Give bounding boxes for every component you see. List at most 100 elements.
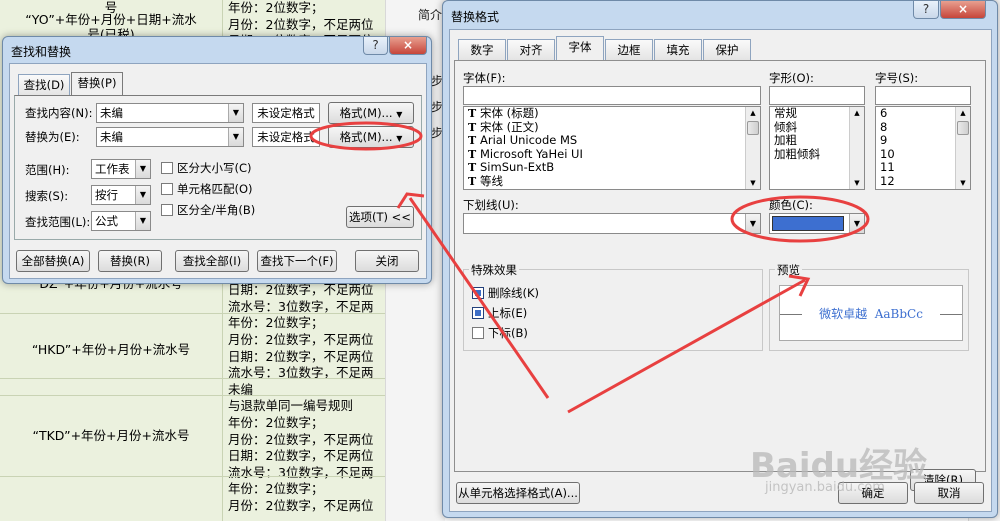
choose-from-cell-button[interactable]: 从单元格选择格式(A)... xyxy=(456,482,580,504)
size-list[interactable]: 6 8 9 10 11 12 ▲ ▼ xyxy=(875,106,971,190)
font-list-item[interactable]: T 等线 xyxy=(464,174,760,189)
dropdown-arrow-icon: ▼ xyxy=(396,134,403,143)
match-width-label: 区分全/半角(B) xyxy=(177,203,256,217)
tab-find[interactable]: 查找(D) xyxy=(18,74,70,95)
scope-value: 工作表 xyxy=(95,162,130,176)
font-input[interactable] xyxy=(463,86,761,105)
help-button[interactable]: ? xyxy=(913,1,939,19)
replace-format-button[interactable]: 格式(M)... ▼ xyxy=(328,126,414,148)
sheet-cell: “TKD”+年份+月份+流水号 xyxy=(32,428,190,443)
screen: { "sheet": { "left_cells": [ {"text": "号… xyxy=(0,0,1000,521)
match-width-checkbox[interactable] xyxy=(161,204,173,216)
font-list-item[interactable]: T Microsoft YaHei UI xyxy=(464,147,760,162)
style-list[interactable]: 常规 倾斜 加粗 加粗倾斜 ▲ ▼ xyxy=(769,106,865,190)
tab-5[interactable]: 保护 xyxy=(703,39,751,60)
scroll-down-icon[interactable]: ▼ xyxy=(850,177,864,189)
watermark-url: jingyan.baidu.com xyxy=(765,480,885,495)
scroll-thumb[interactable] xyxy=(957,121,969,135)
search-label: 搜索(S): xyxy=(25,189,69,203)
scroll-thumb[interactable] xyxy=(747,121,759,135)
match-cell-checkbox[interactable] xyxy=(161,183,173,195)
sheet-cell: “HKD”+年份+月份+流水号 xyxy=(31,342,191,357)
scope-select[interactable]: 工作表 ▼ xyxy=(91,159,151,179)
subscript-checkbox[interactable] xyxy=(472,327,484,339)
tab-3[interactable]: 边框 xyxy=(605,39,653,60)
format-button-label: 格式(M)... xyxy=(339,106,393,120)
scrollbar[interactable]: ▲ ▼ xyxy=(955,107,970,189)
scrollbar[interactable]: ▲ ▼ xyxy=(745,107,760,189)
lookin-value: 公式 xyxy=(95,214,118,228)
lookin-select[interactable]: 公式 ▼ xyxy=(91,211,151,231)
subscript-label: 下标(B) xyxy=(488,326,528,340)
sheet-cell: 月份：2位数字，不足两位 xyxy=(228,498,374,513)
scroll-down-icon[interactable]: ▼ xyxy=(746,177,760,189)
replace-input[interactable]: 未编 ▼ xyxy=(96,127,244,147)
replace-format-preview: 未设定格式 xyxy=(252,127,320,147)
help-button[interactable]: ? xyxy=(363,37,388,55)
truetype-font-icon: T xyxy=(468,174,477,188)
size-label: 字号(S): xyxy=(875,71,919,85)
find-value: 未编 xyxy=(100,106,123,120)
style-input[interactable] xyxy=(769,86,865,105)
chevron-down-icon[interactable]: ▼ xyxy=(849,214,864,233)
font-list-item[interactable]: T SimSun-ExtB xyxy=(464,160,760,175)
tab-4[interactable]: 填充 xyxy=(654,39,702,60)
replace-button[interactable]: 替换(R) xyxy=(98,250,162,272)
chevron-down-icon[interactable]: ▼ xyxy=(135,160,150,178)
font-name: 宋体 (正文) xyxy=(480,119,539,134)
scroll-up-icon[interactable]: ▲ xyxy=(956,107,970,119)
truetype-font-icon: T xyxy=(468,120,477,134)
close-button[interactable]: × xyxy=(389,37,427,55)
font-list-item[interactable]: T 宋体 (标题) xyxy=(464,107,760,121)
replace-value: 未编 xyxy=(100,130,123,144)
format-button-label: 格式(M)... xyxy=(339,130,393,144)
find-next-button[interactable]: 查找下一个(F) xyxy=(257,250,337,272)
find-replace-dialog: 查找和替换 ? × 查找(D) 替换(P) 查找内容(N): 未编 ▼ 未设定格式… xyxy=(2,36,432,284)
find-all-button[interactable]: 查找全部(I) xyxy=(175,250,249,272)
row-divider xyxy=(0,313,385,314)
tab-1[interactable]: 对齐 xyxy=(507,39,555,60)
replace-all-button[interactable]: 全部替换(A) xyxy=(16,250,90,272)
preview-text: 微软卓越 AaBbCc xyxy=(819,307,923,321)
scroll-up-icon[interactable]: ▲ xyxy=(746,107,760,119)
sheet-cell: 与退款单同一编号规则 xyxy=(228,398,354,414)
chevron-down-icon[interactable]: ▼ xyxy=(135,186,150,204)
scrollbar[interactable]: ▲ ▼ xyxy=(849,107,864,189)
dialog-title: 查找和替换 xyxy=(11,45,72,59)
font-list-item[interactable]: T Arial Unicode MS xyxy=(464,133,760,148)
find-format-button[interactable]: 格式(M)... ▼ xyxy=(328,102,414,124)
strikethrough-checkbox[interactable] xyxy=(472,287,484,299)
sheet-cell: 年份：2位数字； xyxy=(228,315,324,331)
sheet-cell: 日期：2位数字，不足两位 xyxy=(228,282,374,298)
scroll-up-icon[interactable]: ▲ xyxy=(850,107,864,119)
match-case-checkbox[interactable] xyxy=(161,162,173,174)
options-button[interactable]: 选项(T) << xyxy=(346,206,414,228)
tab-2[interactable]: 字体 xyxy=(556,36,604,60)
font-list[interactable]: T 宋体 (标题) T 宋体 (正文) T Arial Unicode MS T Micros… xyxy=(463,106,761,190)
underline-select[interactable]: ▼ xyxy=(463,213,761,234)
color-select[interactable]: ▼ xyxy=(769,213,865,234)
chevron-down-icon[interactable]: ▼ xyxy=(135,212,150,230)
chevron-down-icon[interactable]: ▼ xyxy=(228,104,243,122)
truetype-font-icon: T xyxy=(468,161,477,174)
search-select[interactable]: 按行 ▼ xyxy=(91,185,151,205)
find-input[interactable]: 未编 ▼ xyxy=(96,103,244,123)
sheet-cell: 月份：2位数字，不足两位 xyxy=(228,431,374,447)
scroll-down-icon[interactable]: ▼ xyxy=(956,177,970,189)
chevron-down-icon[interactable]: ▼ xyxy=(228,128,243,146)
dialog-body: 查找(D) 替换(P) 查找内容(N): 未编 ▼ 未设定格式 格式(M)... … xyxy=(9,63,427,279)
font-list-item[interactable]: T 宋体 (正文) xyxy=(464,119,760,135)
chevron-down-icon[interactable]: ▼ xyxy=(745,214,760,233)
sheet-cell: 日期：2位数字，不足两位 xyxy=(228,448,374,464)
find-label: 查找内容(N): xyxy=(25,106,93,120)
close-button[interactable]: × xyxy=(940,1,986,19)
superscript-checkbox[interactable] xyxy=(472,307,484,319)
tab-0[interactable]: 数字 xyxy=(458,39,506,60)
sheet-cell: 年份：2位数字； xyxy=(228,0,324,15)
tab-replace[interactable]: 替换(P) xyxy=(71,72,123,96)
sheet-cell: 日期：2位数字，不足两位 xyxy=(228,348,374,364)
scope-label: 范围(H): xyxy=(25,163,70,177)
size-input[interactable] xyxy=(875,86,971,105)
sheet-cell: “YO”+年份+月份+日期+流水 xyxy=(25,12,197,27)
close-dialog-button[interactable]: 关闭 xyxy=(355,250,419,272)
